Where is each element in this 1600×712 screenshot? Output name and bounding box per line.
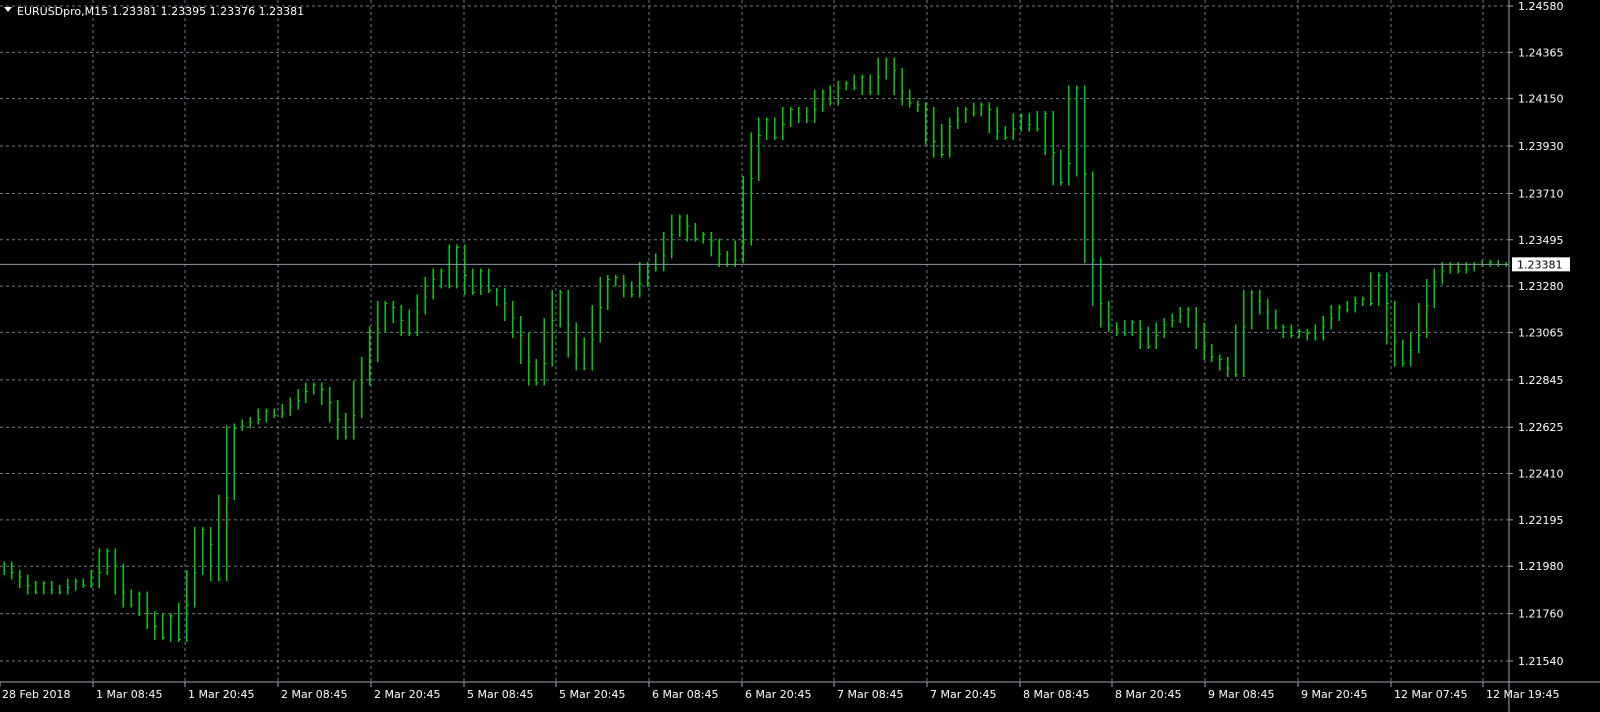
- x-axis-label: 6 Mar 20:45: [745, 688, 811, 701]
- y-axis-label: 1.22410: [1518, 468, 1564, 481]
- y-axis-label: 1.24580: [1518, 0, 1564, 13]
- y-axis-label: 1.21980: [1518, 560, 1564, 573]
- x-axis-label: 6 Mar 08:45: [652, 688, 718, 701]
- y-axis-label: 1.23280: [1518, 280, 1564, 293]
- x-axis-label: 1 Mar 20:45: [188, 688, 254, 701]
- x-axis-label: 2 Mar 20:45: [374, 688, 440, 701]
- y-axis-label: 1.22845: [1518, 374, 1564, 387]
- x-axis-label: 8 Mar 08:45: [1023, 688, 1089, 701]
- x-axis-label: 12 Mar 19:45: [1486, 688, 1559, 701]
- price-chart[interactable]: 1.24580 1.24365 1.24150 1.23930 1.23710 1.234…: [0, 0, 1600, 712]
- x-axis-label: 12 Mar 07:45: [1394, 688, 1467, 701]
- y-axis-label: 1.22625: [1518, 421, 1564, 434]
- chart-window[interactable]: 1.24580 1.24365 1.24150 1.23930 1.23710 1.234…: [0, 0, 1600, 712]
- x-axis-label: 9 Mar 20:45: [1301, 688, 1367, 701]
- y-axis-label: 1.23710: [1518, 187, 1564, 200]
- x-axis-label: 1 Mar 08:45: [96, 688, 162, 701]
- current-price-marker: 1.23381: [1512, 257, 1570, 272]
- y-axis-label: 1.24150: [1518, 93, 1564, 106]
- x-axis-label: 5 Mar 08:45: [467, 688, 533, 701]
- y-axis-label: 1.21540: [1518, 655, 1564, 668]
- symbol-header: EURUSDpro,M15 1.23381 1.23395 1.23376 1.…: [4, 5, 304, 18]
- x-axis-label: 2 Mar 08:45: [281, 688, 347, 701]
- y-axis-label: 1.23495: [1518, 234, 1564, 247]
- x-axis-label: 7 Mar 20:45: [930, 688, 996, 701]
- symbol-info-text: EURUSDpro,M15 1.23381 1.23395 1.23376 1.…: [17, 5, 304, 18]
- y-axis-label: 1.22195: [1518, 514, 1564, 527]
- x-axis-label: 9 Mar 08:45: [1208, 688, 1274, 701]
- y-axis-label: 1.21760: [1518, 608, 1564, 621]
- x-axis-label: 28 Feb 2018: [2, 688, 70, 701]
- y-axis-label: 1.23065: [1518, 326, 1564, 339]
- price-axis[interactable]: 1.24580 1.24365 1.24150 1.23930 1.23710 1.234…: [1509, 0, 1564, 668]
- x-axis-label: 7 Mar 08:45: [837, 688, 903, 701]
- x-axis-label: 5 Mar 20:45: [559, 688, 625, 701]
- x-axis-label: 8 Mar 20:45: [1115, 688, 1181, 701]
- y-axis-label: 1.23930: [1518, 140, 1564, 153]
- current-price-label: 1.23381: [1517, 258, 1563, 271]
- chart-background: [0, 0, 1600, 712]
- y-axis-label: 1.24365: [1518, 46, 1564, 59]
